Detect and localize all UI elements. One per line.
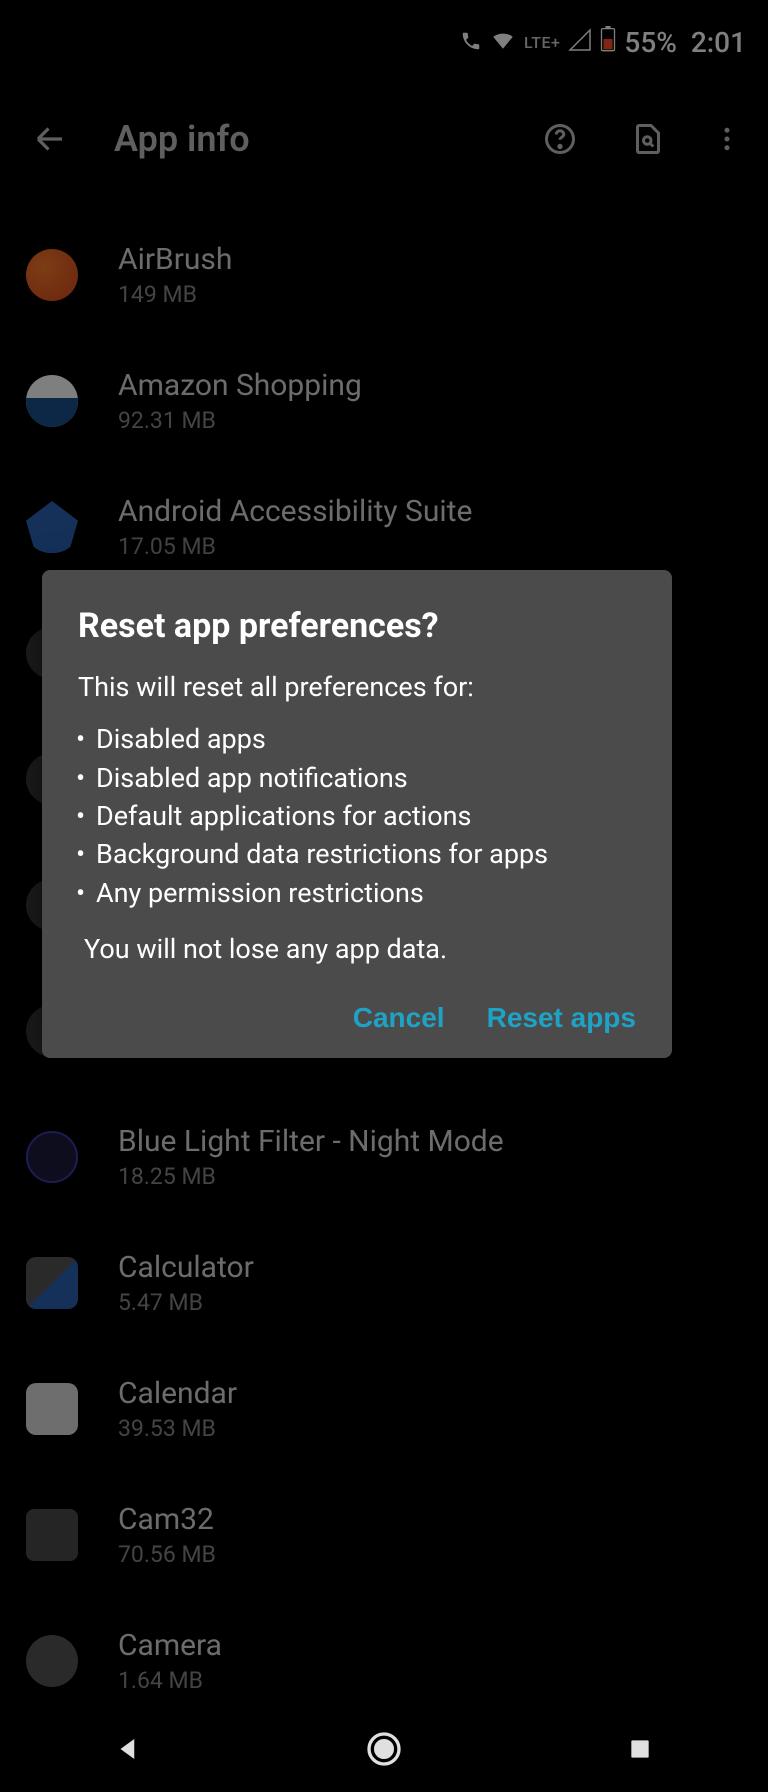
app-name-label: Calculator (118, 1250, 254, 1285)
dialog-intro: This will reset all preferences for: (78, 668, 640, 706)
app-size-label: 18.25 MB (118, 1163, 504, 1190)
search-in-page-icon[interactable] (624, 115, 672, 163)
app-icon (26, 1509, 78, 1561)
dialog-actions: Cancel Reset apps (78, 1002, 640, 1034)
overflow-menu-icon[interactable] (712, 115, 742, 163)
help-icon[interactable] (536, 115, 584, 163)
app-row[interactable]: Cam32 70.56 MB (0, 1472, 768, 1598)
nav-home-button[interactable] (360, 1725, 408, 1773)
app-text: Cam32 70.56 MB (118, 1502, 216, 1568)
dialog-bullet: Disabled app notifications (78, 759, 640, 797)
app-size-label: 39.53 MB (118, 1415, 237, 1442)
app-row[interactable]: Calculator 5.47 MB (0, 1220, 768, 1346)
app-bar: App info (0, 84, 768, 194)
status-icons: LTE+ 55% 2:01 (460, 26, 746, 59)
dialog-bullet: Any permission restrictions (78, 874, 640, 912)
clock-time: 2:01 (691, 26, 746, 59)
app-row[interactable]: AirBrush 149 MB (0, 212, 768, 338)
cellular-signal-icon (568, 26, 592, 59)
app-size-label: 70.56 MB (118, 1541, 216, 1568)
status-bar: LTE+ 55% 2:01 (0, 0, 768, 84)
cancel-button[interactable]: Cancel (353, 1002, 445, 1034)
app-name-label: Cam32 (118, 1502, 216, 1537)
app-icon (26, 1131, 78, 1183)
app-size-label: 92.31 MB (118, 407, 362, 434)
page-title: App info (114, 118, 496, 160)
app-name-label: Blue Light Filter - Night Mode (118, 1124, 504, 1159)
app-name-label: Camera (118, 1628, 222, 1663)
nav-back-button[interactable] (104, 1725, 152, 1773)
app-icon (26, 249, 78, 301)
network-type-label: LTE+ (524, 33, 560, 52)
app-name-label: Android Accessibility Suite (118, 494, 472, 529)
app-text: AirBrush 149 MB (118, 242, 232, 308)
app-size-label: 5.47 MB (118, 1289, 254, 1316)
app-size-label: 17.05 MB (118, 533, 472, 560)
back-button[interactable] (26, 115, 74, 163)
app-text: Blue Light Filter - Night Mode 18.25 MB (118, 1124, 504, 1190)
app-row[interactable]: Calendar 39.53 MB (0, 1346, 768, 1472)
app-row[interactable]: Blue Light Filter - Night Mode 18.25 MB (0, 1094, 768, 1220)
battery-icon (600, 26, 616, 59)
wifi-calling-icon (460, 26, 482, 59)
app-icon (26, 1383, 78, 1435)
reset-apps-button[interactable]: Reset apps (487, 1002, 636, 1034)
dialog-bullet: Disabled apps (78, 720, 640, 758)
app-text: Calculator 5.47 MB (118, 1250, 254, 1316)
app-icon (26, 501, 78, 553)
navigation-bar (0, 1706, 768, 1792)
app-size-label: 1.64 MB (118, 1667, 222, 1694)
dialog-footnote: You will not lose any app data. (78, 930, 640, 968)
dialog-bullet: Background data restrictions for apps (78, 835, 640, 873)
dialog-bullet-list: Disabled appsDisabled app notificationsD… (78, 720, 640, 912)
nav-recent-button[interactable] (616, 1725, 664, 1773)
app-size-label: 149 MB (118, 281, 232, 308)
dialog-bullet: Default applications for actions (78, 797, 640, 835)
app-icon (26, 1635, 78, 1687)
app-icon (26, 375, 78, 427)
app-text: Amazon Shopping 92.31 MB (118, 368, 362, 434)
app-text: Calendar 39.53 MB (118, 1376, 237, 1442)
app-text: Camera 1.64 MB (118, 1628, 222, 1694)
app-icon (26, 1257, 78, 1309)
app-name-label: Calendar (118, 1376, 237, 1411)
app-name-label: Amazon Shopping (118, 368, 362, 403)
app-text: Android Accessibility Suite 17.05 MB (118, 494, 472, 560)
wifi-icon (490, 26, 516, 59)
battery-percent: 55% (624, 26, 676, 59)
reset-preferences-dialog: Reset app preferences? This will reset a… (42, 570, 672, 1058)
app-name-label: AirBrush (118, 242, 232, 277)
dialog-title: Reset app preferences? (78, 606, 640, 646)
app-row[interactable]: Amazon Shopping 92.31 MB (0, 338, 768, 464)
dialog-body: This will reset all preferences for: Dis… (78, 668, 640, 968)
